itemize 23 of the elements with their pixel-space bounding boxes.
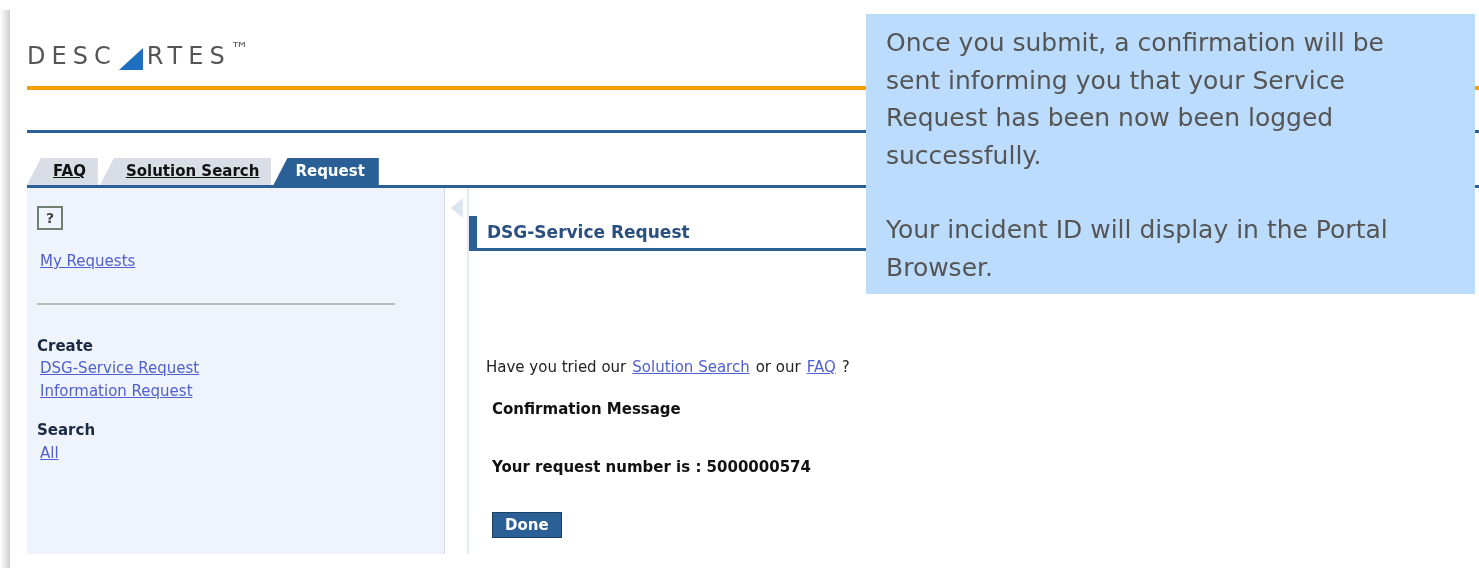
help-button[interactable]: ? (37, 206, 63, 230)
solution-search-link[interactable]: Solution Search (632, 355, 750, 378)
sidebar-link[interactable]: All (40, 441, 59, 465)
message-heading: Confirmation Message (492, 399, 682, 420)
sidebar-link[interactable]: DSG-Service Request (40, 357, 200, 380)
done-button[interactable]: Done (492, 512, 562, 538)
tab[interactable]: Solution Search (99, 158, 272, 185)
prompt-text: Have you tried our (486, 356, 627, 378)
prompt-text: ? (841, 356, 850, 378)
request-number-text: Your request number is : 5000000574 (492, 456, 812, 478)
sidebar-link[interactable]: Information Request (40, 380, 193, 403)
tab[interactable]: Request (273, 158, 379, 185)
callout-text: Once you submit, a confirmation will be sent informing you that your Service Request has been now been logged successfully. (886, 27, 1385, 172)
tab[interactable]: FAQ (27, 158, 98, 185)
logo-text: RTES$^{™}$ (146, 38, 255, 72)
prompt-text: or our (755, 356, 801, 378)
collapse-arrow-icon[interactable] (451, 198, 463, 218)
logo-text: DESC (27, 41, 117, 72)
my-requests-link[interactable]: My Requests (40, 252, 136, 270)
callout-text: Your incident ID will display in the Portal Browser. (886, 214, 1389, 284)
section-heading: Search (37, 420, 96, 441)
faq-link[interactable]: FAQ (806, 355, 836, 378)
section-heading: Create (37, 335, 94, 357)
